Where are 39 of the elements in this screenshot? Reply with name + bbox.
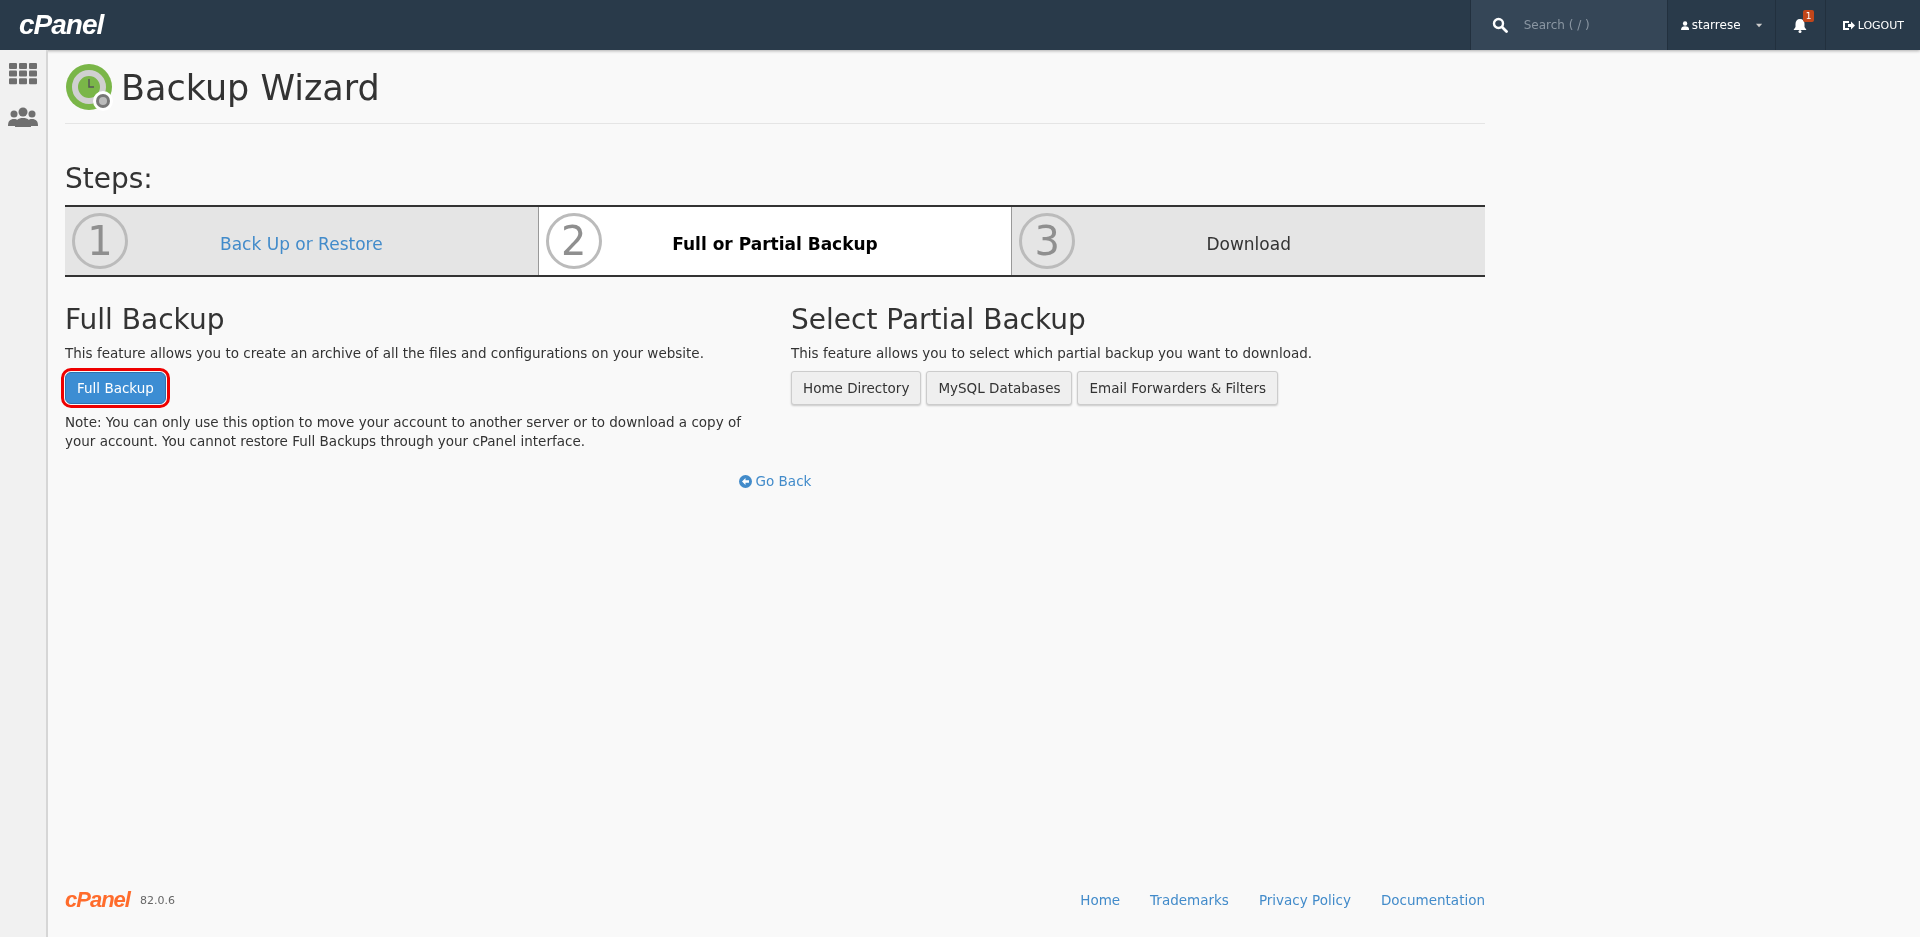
logout-button[interactable]: LOGOUT — [1825, 0, 1920, 50]
note-text: Note: You can only use this option to move your account to another server or to download a copy of your account. You cannot restore Full Backups through your cPanel interface. — [65, 413, 743, 451]
partial-backup-button[interactable]: Email Forwarders & Filters — [1077, 371, 1278, 405]
step-number: 3 — [1019, 213, 1076, 269]
logout-icon — [1841, 19, 1855, 31]
footer-link[interactable]: Documentation — [1380, 892, 1485, 908]
grid-icon[interactable] — [9, 63, 37, 85]
step-number: 2 — [545, 213, 602, 269]
user-icon — [1680, 18, 1689, 32]
steps-heading: Steps: — [65, 162, 154, 195]
section-description: This feature allows you to create an archive of all the files and configurations on your website. — [65, 344, 705, 363]
user-menu[interactable]: starrese — [1667, 0, 1776, 50]
wizard-step[interactable]: 1 Back Up or Restore — [65, 207, 538, 275]
footer-link[interactable]: Home — [1080, 892, 1121, 908]
version-text: 82.0.6 — [139, 893, 175, 907]
step-label: Download — [1206, 233, 1291, 254]
partial-backup-button[interactable]: MySQL Databases — [926, 371, 1073, 405]
cpanel-logo[interactable]: cPanel — [19, 9, 104, 41]
notification-count: 1 — [1802, 10, 1815, 22]
cpanel-logo[interactable]: cPanel — [65, 887, 130, 913]
partial-backup-button[interactable]: Home Directory — [791, 371, 922, 405]
section-heading: Full Backup — [65, 303, 226, 336]
step-link[interactable]: Back Up or Restore — [220, 228, 383, 254]
section-description: This feature allows you to select which partial backup you want to download. — [791, 344, 1314, 363]
users-icon[interactable] — [8, 107, 38, 127]
backup-wizard-icon — [65, 63, 115, 113]
notifications-button[interactable]: 1 — [1775, 0, 1826, 50]
go-back-link[interactable]: Go Back — [738, 473, 812, 489]
page-title: Backup Wizard — [121, 68, 380, 108]
caret-icon — [1755, 22, 1762, 28]
section-heading: Select Partial Backup — [791, 303, 1087, 336]
search-field[interactable]: Search ( / ) — [1521, 17, 1646, 33]
step-label: Full or Partial Backup — [672, 233, 878, 254]
footer-link[interactable]: Privacy Policy — [1258, 892, 1351, 908]
back-arrow-icon — [738, 474, 752, 488]
bell-icon — [1793, 17, 1808, 33]
footer-link[interactable]: Trademarks — [1150, 892, 1229, 908]
step-number: 1 — [72, 213, 128, 269]
search-icon — [1491, 17, 1508, 33]
